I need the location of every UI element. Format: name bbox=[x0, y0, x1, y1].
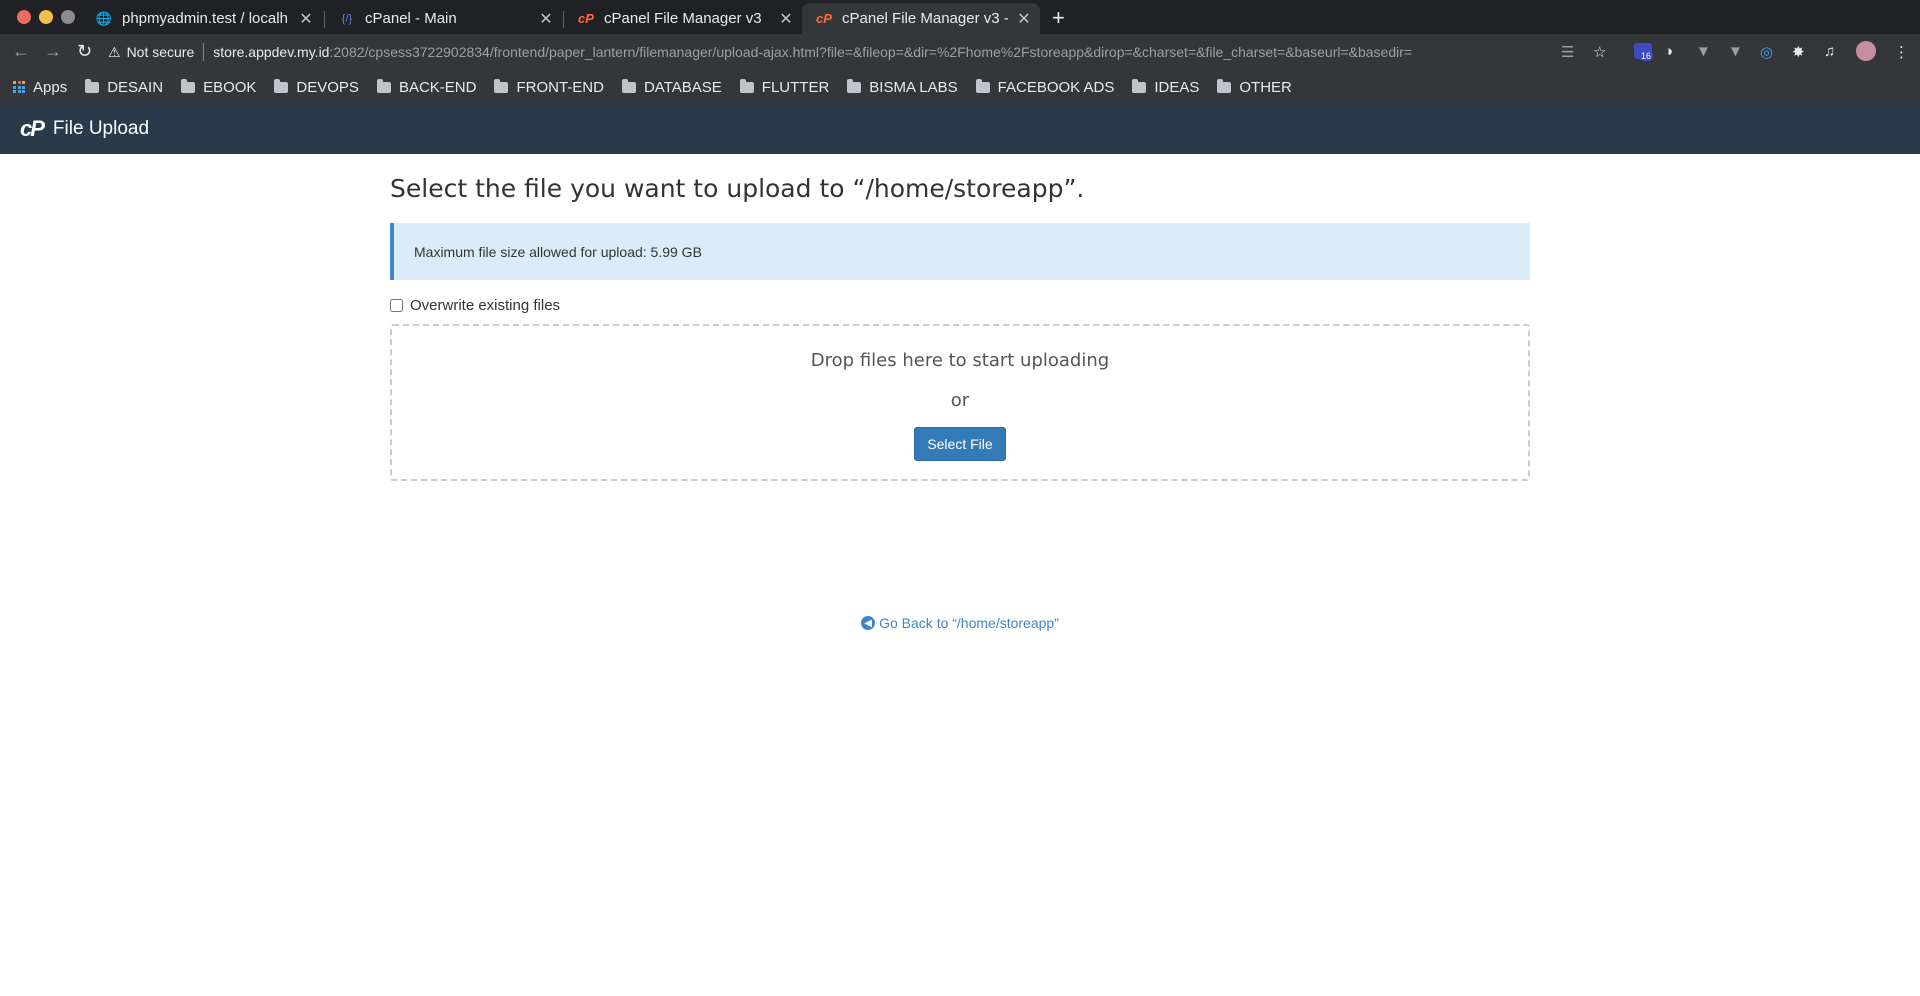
page-header-title: File Upload bbox=[52, 118, 150, 139]
bookmark-folder-bisma-labs[interactable]: BISMA LABS bbox=[847, 78, 958, 96]
bookmark-folder-devops[interactable]: DEVOPS bbox=[274, 78, 359, 96]
vue-devtools-icon[interactable]: ▼ bbox=[1696, 43, 1711, 60]
bookmark-folder-other[interactable]: OTHER bbox=[1217, 78, 1292, 96]
code-icon: {/} bbox=[341, 12, 353, 25]
cpanel-icon: cP bbox=[578, 11, 594, 26]
window-minimize-button[interactable] bbox=[39, 10, 53, 24]
tab-cpanel-main[interactable]: {/} cPanel - Main ✕ bbox=[325, 3, 562, 34]
tab-title: phpmyadmin.test / localh bbox=[122, 10, 288, 27]
url-path: :2082/cpsess3722902834/frontend/paper_la… bbox=[329, 44, 1413, 60]
extension-badge-icon[interactable]: 16 bbox=[1634, 43, 1654, 63]
browser-toolbar: ← → ↻ ⚠ Not secure store.appdev.my.id :2… bbox=[0, 34, 1920, 70]
divider bbox=[203, 43, 205, 61]
close-icon[interactable]: ✕ bbox=[296, 9, 316, 29]
tab-title: cPanel - Main bbox=[365, 10, 457, 27]
bookmark-label: DEVOPS bbox=[296, 78, 359, 96]
dark-mode-extension-icon[interactable]: ◑ bbox=[1664, 43, 1673, 60]
bookmark-star-icon[interactable]: ☆ bbox=[1593, 43, 1606, 61]
bookmark-folder-ideas[interactable]: IDEAS bbox=[1132, 78, 1200, 96]
drop-instructions: Drop files here to start uploading bbox=[810, 350, 1110, 371]
apps-grid-icon bbox=[13, 81, 25, 93]
warning-icon: ⚠ bbox=[108, 43, 121, 60]
bookmark-folder-database[interactable]: DATABASE bbox=[621, 78, 722, 96]
bookmark-folder-desain[interactable]: DESAIN bbox=[85, 78, 164, 96]
folder-icon bbox=[274, 78, 289, 93]
tab-file-manager-active[interactable]: cP cPanel File Manager v3 - F ✕ bbox=[802, 3, 1040, 34]
bookmark-label: DESAIN bbox=[107, 78, 164, 96]
globe-icon: 🌐 bbox=[95, 10, 113, 26]
bookmark-label: Apps bbox=[33, 78, 68, 96]
extensions-puzzle-icon[interactable]: ✸ bbox=[1792, 43, 1805, 61]
bookmark-label: EBOOK bbox=[203, 78, 257, 96]
folder-icon bbox=[1217, 78, 1232, 93]
color-picker-extension-icon[interactable]: ◎ bbox=[1760, 43, 1773, 61]
tab-phpmyadmin[interactable]: 🌐 phpmyadmin.test / localh ✕ bbox=[82, 3, 322, 34]
overwrite-checkbox[interactable] bbox=[390, 299, 403, 312]
forward-icon[interactable]: → bbox=[44, 41, 62, 62]
overwrite-label: Overwrite existing files bbox=[410, 297, 561, 314]
window-maximize-button[interactable] bbox=[61, 10, 75, 24]
browser-tabstrip: 🌐 phpmyadmin.test / localh ✕ {/} cPanel … bbox=[0, 0, 1920, 34]
folder-icon bbox=[376, 78, 391, 93]
close-icon[interactable]: ✕ bbox=[776, 9, 796, 29]
upload-content: Select the file you want to upload to “/… bbox=[390, 154, 1530, 631]
tab-title: cPanel File Manager v3 bbox=[604, 10, 762, 27]
media-controls-icon[interactable]: ♫ bbox=[1824, 43, 1835, 60]
bookmark-label: IDEAS bbox=[1154, 78, 1200, 96]
page-title: Select the file you want to upload to “/… bbox=[390, 174, 1085, 203]
folder-icon bbox=[739, 78, 754, 93]
folder-icon bbox=[621, 78, 636, 93]
avatar[interactable] bbox=[1856, 41, 1876, 61]
folder-icon bbox=[85, 78, 100, 93]
extension-badge: 16 bbox=[1639, 51, 1654, 61]
bookmark-apps[interactable]: Apps bbox=[13, 79, 67, 96]
vuetify-extension-icon[interactable]: ▼ bbox=[1728, 43, 1743, 60]
go-back-label: Go Back to “/home/storeapp” bbox=[879, 615, 1059, 631]
tab-file-manager[interactable]: cP cPanel File Manager v3 ✕ bbox=[564, 3, 802, 34]
url-host: store.appdev.my.id bbox=[213, 44, 330, 60]
bookmark-folder-back-end[interactable]: BACK-END bbox=[376, 78, 477, 96]
close-icon[interactable]: ✕ bbox=[536, 9, 556, 29]
bookmark-label: OTHER bbox=[1239, 78, 1292, 96]
bookmark-label: BACK-END bbox=[398, 78, 477, 96]
arrow-circle-left-icon: ◀ bbox=[861, 616, 876, 630]
address-bar[interactable]: ⚠ Not secure store.appdev.my.id :2082/cp… bbox=[108, 37, 1556, 67]
max-size-alert: Maximum file size allowed for upload: 5.… bbox=[390, 223, 1530, 280]
menu-icon[interactable]: ⋮ bbox=[1894, 43, 1909, 61]
window-close-button[interactable] bbox=[17, 10, 31, 24]
folder-icon bbox=[847, 78, 862, 93]
reload-icon[interactable]: ↻ bbox=[77, 41, 92, 62]
file-dropzone[interactable]: Drop files here to start uploading or Se… bbox=[390, 324, 1530, 481]
go-back-link[interactable]: ◀ Go Back to “/home/storeapp” bbox=[390, 615, 1530, 631]
alert-text: Maximum file size allowed for upload: 5.… bbox=[414, 243, 702, 260]
bookmark-label: FRONT-END bbox=[516, 78, 604, 96]
folder-icon bbox=[975, 78, 990, 93]
bookmarks-bar: Apps DESAIN EBOOK DEVOPS BACK-END FRONT-… bbox=[0, 70, 1920, 104]
folder-icon bbox=[494, 78, 509, 93]
new-tab-button[interactable]: + bbox=[1052, 5, 1065, 31]
translate-icon[interactable]: ☰ bbox=[1561, 43, 1574, 61]
bookmark-folder-flutter[interactable]: FLUTTER bbox=[739, 78, 830, 96]
tab-title: cPanel File Manager v3 - F bbox=[842, 10, 1014, 27]
bookmark-folder-facebook-ads[interactable]: FACEBOOK ADS bbox=[975, 78, 1115, 96]
bookmark-folder-front-end[interactable]: FRONT-END bbox=[494, 78, 604, 96]
bookmark-label: FLUTTER bbox=[761, 78, 830, 96]
select-file-button[interactable]: Select File bbox=[914, 427, 1006, 461]
bookmark-label: BISMA LABS bbox=[869, 78, 958, 96]
bookmark-label: DATABASE bbox=[643, 78, 722, 96]
cpanel-header: cP File Upload bbox=[0, 104, 1920, 154]
overwrite-option[interactable]: Overwrite existing files bbox=[390, 297, 1530, 314]
security-label: Not secure bbox=[126, 44, 195, 60]
folder-icon bbox=[181, 78, 196, 93]
cpanel-logo[interactable]: cP bbox=[20, 116, 45, 142]
bookmark-label: FACEBOOK ADS bbox=[997, 78, 1115, 96]
cpanel-icon: cP bbox=[816, 11, 832, 26]
folder-icon bbox=[1132, 78, 1147, 93]
or-separator: or bbox=[950, 390, 970, 411]
back-icon[interactable]: ← bbox=[12, 41, 30, 62]
bookmark-folder-ebook[interactable]: EBOOK bbox=[181, 78, 257, 96]
close-icon[interactable]: ✕ bbox=[1014, 9, 1034, 29]
